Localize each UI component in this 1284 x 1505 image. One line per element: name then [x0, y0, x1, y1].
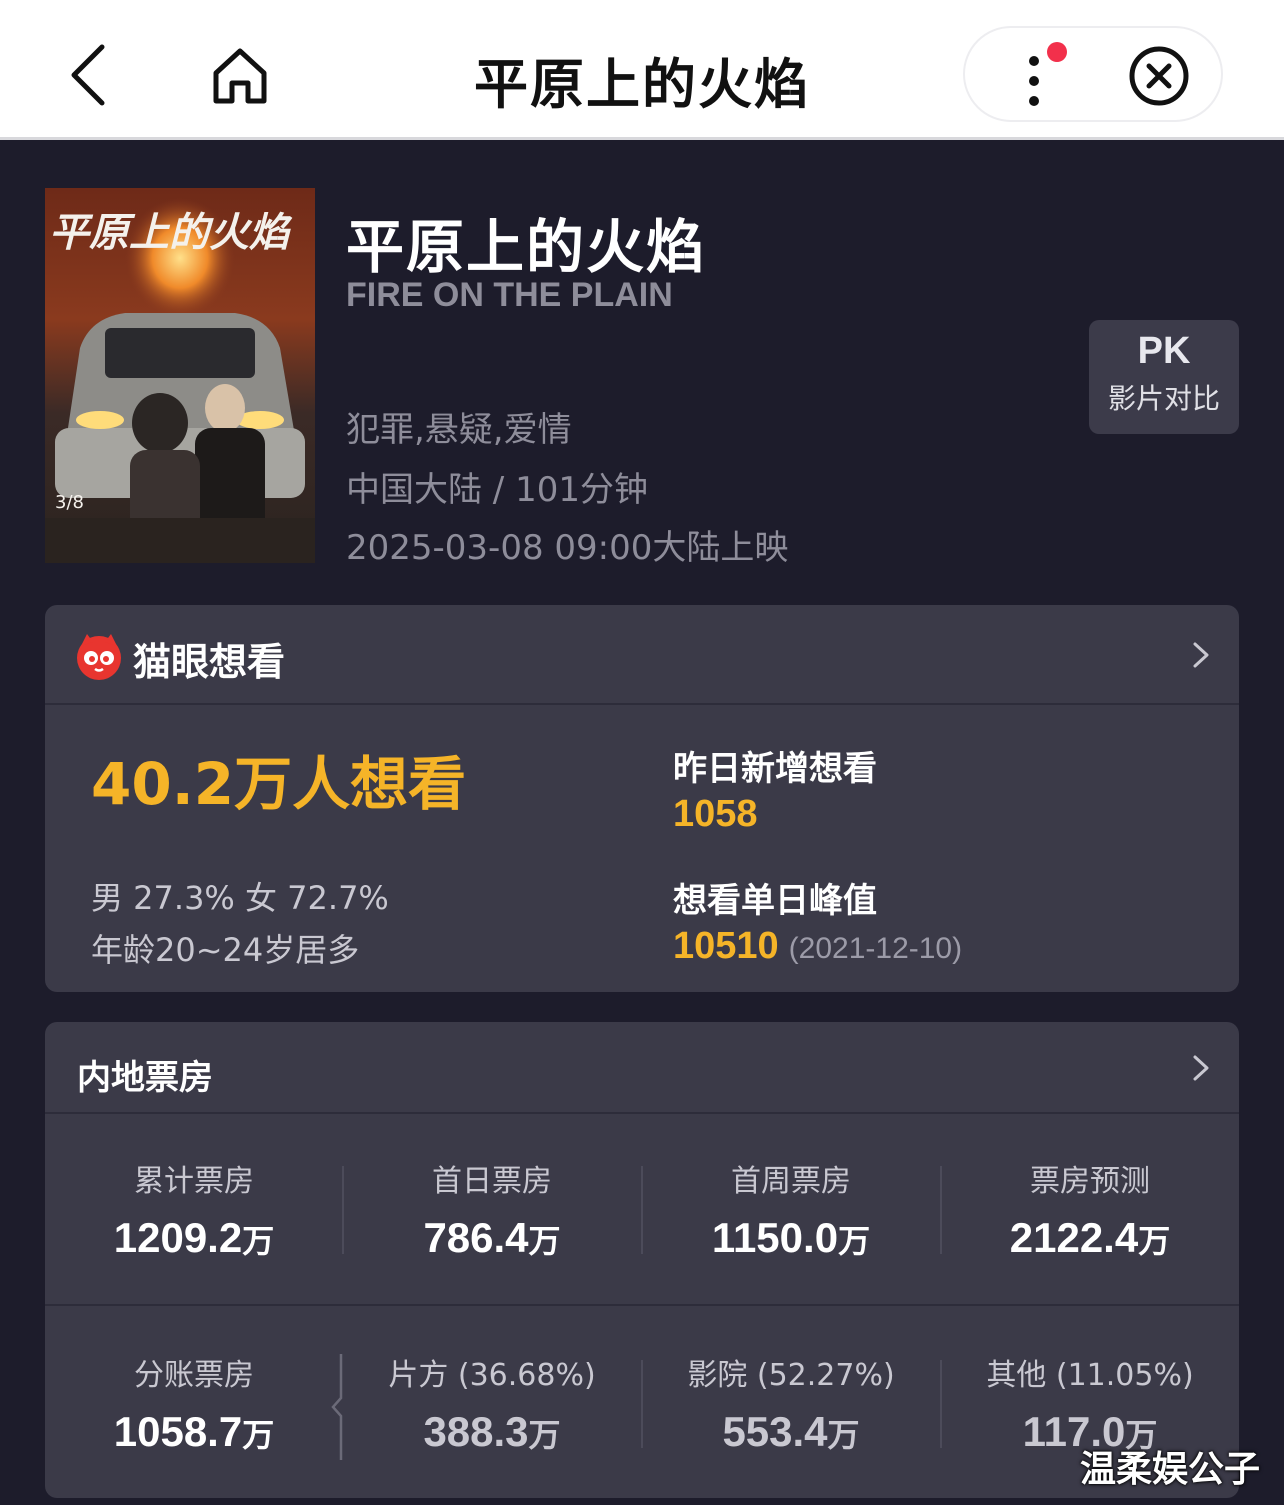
- daily-peak-date: (2021-12-10): [788, 932, 963, 965]
- bo-value: 388.3万: [343, 1408, 641, 1456]
- bo-unit: 万: [1138, 1222, 1171, 1260]
- age-distribution: 年龄20~24岁居多: [91, 931, 360, 969]
- poster-title-text: 平原上的火焰: [49, 209, 293, 256]
- gender-ratio: 男 27.3% 女 72.7%: [91, 879, 389, 917]
- chevron-right-icon: [1193, 1055, 1209, 1081]
- maoyan-cat-icon: [77, 634, 121, 680]
- movie-poster[interactable]: 平原上的火焰 3/8: [45, 188, 315, 563]
- producer-share[interactable]: 片方 (36.68%) 388.3万: [343, 1350, 641, 1456]
- divider: [641, 1360, 643, 1448]
- bo-unit: 万: [242, 1222, 275, 1260]
- bo-label: 其他 (11.05%): [986, 1358, 1194, 1393]
- daily-peak-value: 10510: [673, 925, 779, 967]
- pk-sub-label: 影片对比: [1107, 382, 1220, 415]
- daily-peak-label: 想看单日峰值: [673, 881, 877, 921]
- bo-unit: 万: [528, 1222, 561, 1260]
- pk-label: PK: [1137, 330, 1191, 372]
- bo-label: 影院 (52.27%): [687, 1358, 895, 1393]
- bo-label: 片方 (36.68%): [388, 1358, 596, 1393]
- bo-label: 首周票房: [731, 1164, 851, 1199]
- more-dot: [1029, 76, 1039, 86]
- bo-label: 首日票房: [432, 1164, 552, 1199]
- split-box-office[interactable]: 分账票房 1058.7万: [45, 1350, 343, 1456]
- first-day-box-office[interactable]: 首日票房 786.4万: [343, 1156, 641, 1262]
- row-divider: [45, 1304, 1239, 1306]
- brace-icon: [331, 1354, 343, 1460]
- more-button[interactable]: [1005, 42, 1067, 110]
- bo-value: 2122.4万: [941, 1214, 1239, 1262]
- chevron-right-icon: [1193, 642, 1209, 668]
- divider: [940, 1166, 942, 1254]
- yesterday-new-label: 昨日新增想看: [673, 749, 877, 789]
- yesterday-new-value: 1058: [673, 793, 758, 835]
- bo-unit: 万: [838, 1222, 871, 1260]
- bo-number: 1058.7: [113, 1408, 243, 1455]
- bo-label: 分账票房: [134, 1358, 254, 1393]
- box-office-title: 内地票房: [77, 1058, 213, 1098]
- close-button[interactable]: [1127, 44, 1191, 108]
- more-dot: [1029, 96, 1039, 106]
- cumulative-box-office[interactable]: 累计票房 1209.2万: [45, 1156, 343, 1262]
- divider: [342, 1166, 344, 1254]
- first-week-box-office[interactable]: 首周票房 1150.0万: [642, 1156, 940, 1262]
- bo-unit: 万: [827, 1416, 860, 1454]
- bo-value: 1209.2万: [45, 1214, 343, 1262]
- bo-value: 1150.0万: [642, 1214, 940, 1262]
- mini-program-capsule: [963, 26, 1223, 122]
- movie-title: 平原上的火焰: [346, 213, 707, 281]
- cinema-share[interactable]: 影院 (52.27%) 553.4万: [642, 1350, 940, 1456]
- watermark-text: 温柔娱公子: [1080, 1449, 1261, 1490]
- bo-value: 553.4万: [642, 1408, 940, 1456]
- movie-genres: 犯罪,悬疑,爱情: [346, 410, 572, 450]
- more-vertical-icon: [1029, 56, 1039, 66]
- bo-number: 388.3: [423, 1408, 529, 1455]
- divider: [940, 1360, 942, 1448]
- top-nav-bar: 平原上的火焰: [0, 0, 1284, 140]
- bo-number: 1209.2: [113, 1214, 243, 1261]
- pk-compare-button[interactable]: PK 影片对比: [1089, 320, 1239, 434]
- close-circle-icon: [1129, 46, 1189, 106]
- bo-value: 1058.7万: [45, 1408, 343, 1456]
- bo-number: 2122.4: [1009, 1214, 1139, 1261]
- bo-number: 1150.0: [711, 1214, 839, 1261]
- want-to-watch-card: 猫眼想看 40.2万人想看 男 27.3% 女 72.7% 年龄20~24岁居多…: [45, 605, 1239, 992]
- bo-label: 票房预测: [1030, 1164, 1150, 1199]
- movie-region-duration: 中国大陆 / 101分钟: [346, 470, 648, 510]
- movie-english-title: FIRE ON THE PLAIN: [346, 276, 673, 314]
- box-office-forecast[interactable]: 票房预测 2122.4万: [941, 1156, 1239, 1262]
- bo-label: 累计票房: [134, 1164, 254, 1199]
- divider: [641, 1166, 643, 1254]
- want-total: 40.2万人想看: [91, 750, 467, 818]
- bo-value: 786.4万: [343, 1214, 641, 1262]
- daily-peak-row: 10510 (2021-12-10): [673, 925, 962, 968]
- movie-release-date: 2025-03-08 09:00大陆上映: [346, 528, 789, 568]
- notification-badge: [1047, 42, 1067, 62]
- want-card-header[interactable]: 猫眼想看: [45, 605, 1239, 705]
- bo-number: 553.4: [722, 1408, 828, 1455]
- poster-date-text: 3/8: [55, 492, 84, 513]
- maoyan-want-title: 猫眼想看: [133, 640, 286, 684]
- box-office-card: 内地票房 累计票房 1209.2万 首日票房 786.4万 首周票房 1150.…: [45, 1022, 1239, 1498]
- bo-number: 786.4: [423, 1214, 529, 1261]
- bo-unit: 万: [242, 1416, 275, 1454]
- box-office-header[interactable]: 内地票房: [45, 1022, 1239, 1114]
- bo-unit: 万: [528, 1416, 561, 1454]
